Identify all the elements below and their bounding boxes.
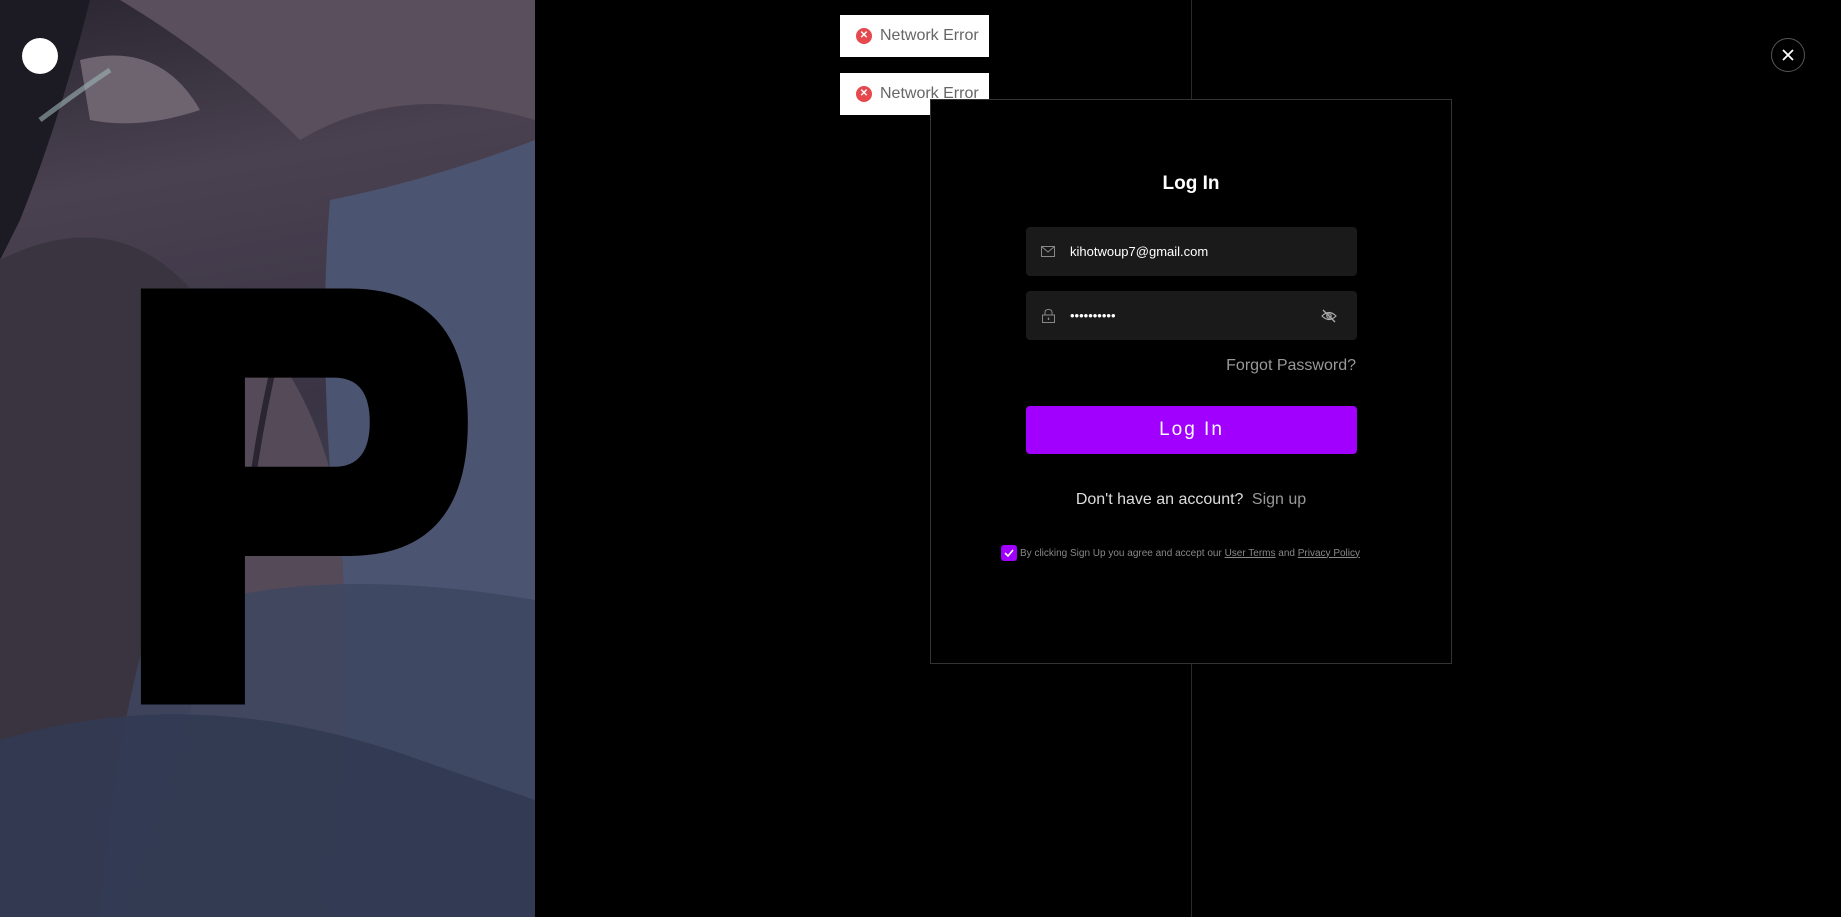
- eye-off-icon[interactable]: [1321, 308, 1337, 324]
- error-icon: ✕: [856, 86, 872, 102]
- toast-message: Network Error: [880, 27, 979, 44]
- lock-icon: [1040, 308, 1056, 324]
- login-card: Log In Forgot Password? Log In Don't hav…: [930, 99, 1452, 664]
- email-input[interactable]: [1068, 243, 1302, 260]
- error-icon: ✕: [856, 28, 872, 44]
- terms-and: and: [1278, 547, 1295, 559]
- login-button[interactable]: Log In: [1026, 406, 1357, 454]
- brand-logo-icon: [140, 288, 468, 705]
- no-account-text: Don't have an account?: [1075, 491, 1244, 508]
- privacy-policy-link[interactable]: Privacy Policy: [1298, 548, 1360, 559]
- forgot-password-link[interactable]: Forgot Password?: [1226, 357, 1356, 375]
- email-field[interactable]: [1026, 227, 1357, 276]
- signup-row: Don't have an account? Sign up: [931, 491, 1451, 509]
- mail-icon: [1040, 244, 1056, 260]
- error-toast: ✕ Network Error: [840, 15, 989, 57]
- terms-row: By clicking Sign Up you agree and accept…: [1001, 545, 1360, 561]
- brand-logo[interactable]: [22, 38, 468, 705]
- user-terms-link[interactable]: User Terms: [1225, 548, 1276, 559]
- checkmark-icon: [1004, 549, 1014, 557]
- background-artwork: [0, 0, 535, 917]
- signup-link[interactable]: Sign up: [1252, 491, 1306, 508]
- close-button[interactable]: [1771, 38, 1805, 72]
- password-field[interactable]: [1026, 291, 1357, 340]
- terms-checkbox[interactable]: [1001, 545, 1017, 561]
- login-title: Log In: [1162, 173, 1220, 194]
- terms-prefix: By clicking Sign Up you agree and accept…: [1020, 547, 1222, 559]
- close-icon: [1782, 49, 1794, 61]
- password-input[interactable]: [1068, 307, 1302, 324]
